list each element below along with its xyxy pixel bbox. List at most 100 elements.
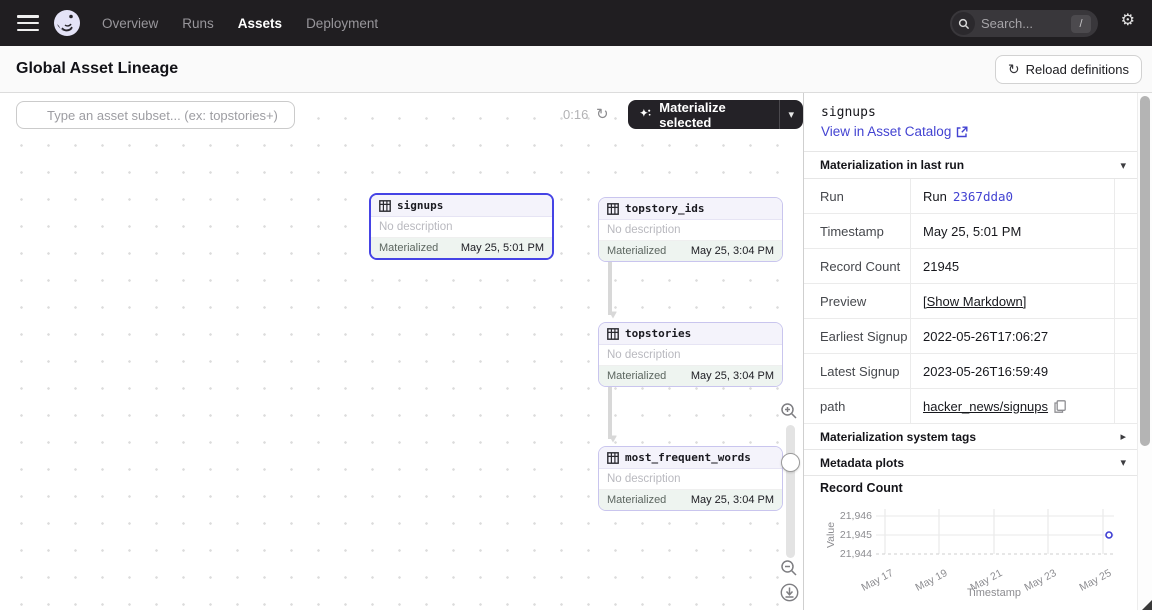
nav-item-deployment[interactable]: Deployment xyxy=(306,16,378,31)
row-label: Record Count xyxy=(804,249,911,283)
dagster-logo-icon[interactable] xyxy=(52,8,82,38)
row-value: 2022-05-26T17:06:27 xyxy=(911,319,1115,353)
metadata-plot-title: Record Count xyxy=(820,481,903,495)
status-label: Materialized xyxy=(607,494,666,506)
external-link-icon xyxy=(956,126,968,138)
materialization-metadata-table: Run Run 2367dda0 Timestamp May 25, 5:01 … xyxy=(804,179,1152,424)
table-icon xyxy=(607,328,619,340)
asset-node-description: No description xyxy=(599,345,782,366)
copy-icon[interactable] xyxy=(1054,400,1066,413)
materialize-button[interactable]: Materialize selected xyxy=(628,100,779,130)
nav-item-runs[interactable]: Runs xyxy=(182,16,214,31)
table-row: Timestamp May 25, 5:01 PM xyxy=(804,214,1152,249)
table-icon xyxy=(607,452,619,464)
asset-node-description: No description xyxy=(599,220,782,241)
search-shortcut-badge: / xyxy=(1071,15,1091,33)
zoom-in-icon[interactable] xyxy=(780,402,798,420)
refresh-timer: 0:16 xyxy=(563,107,588,122)
status-label: Materialized xyxy=(607,370,666,382)
run-id-link[interactable]: 2367dda0 xyxy=(953,189,1013,204)
table-icon xyxy=(607,203,619,215)
x-tick: May 19 xyxy=(913,567,949,594)
recenter-icon[interactable] xyxy=(780,583,799,602)
zoom-slider-track[interactable] xyxy=(786,425,795,558)
asset-node-header: topstory_ids xyxy=(599,198,782,220)
refresh-icon: ↻ xyxy=(1008,61,1020,78)
status-timestamp: May 25, 3:04 PM xyxy=(691,370,774,382)
row-label: Preview xyxy=(804,284,911,318)
row-label: Timestamp xyxy=(804,214,911,248)
search-icon xyxy=(952,12,975,35)
x-tick: May 25 xyxy=(1077,567,1113,594)
x-tick: May 17 xyxy=(859,567,895,594)
reload-definitions-label: Reload definitions xyxy=(1026,62,1129,77)
y-axis-label: Value xyxy=(825,522,837,548)
search-input[interactable] xyxy=(981,16,1061,31)
show-markdown-link[interactable]: [Show Markdown] xyxy=(923,294,1026,309)
row-label: Earliest Signup xyxy=(804,319,911,353)
caret-right-icon: ▸ xyxy=(1120,430,1126,443)
caret-down-icon: ▾ xyxy=(1120,159,1126,172)
nav-item-assets[interactable]: Assets xyxy=(238,16,282,31)
view-in-asset-catalog-link[interactable]: View in Asset Catalog xyxy=(821,124,968,139)
table-row: path hacker_news/signups xyxy=(804,389,1152,424)
asset-node-description: No description xyxy=(599,469,782,490)
section-label: Materialization system tags xyxy=(820,430,976,444)
catalog-link-label: View in Asset Catalog xyxy=(821,124,951,139)
asset-node-status: Materialized May 25, 3:04 PM xyxy=(599,366,782,386)
asset-node-name: signups xyxy=(397,199,443,212)
path-link[interactable]: hacker_news/signups xyxy=(923,399,1048,414)
y-tick: 21,944 xyxy=(840,548,872,560)
row-value: 2023-05-26T16:59:49 xyxy=(911,354,1115,388)
table-row: Latest Signup 2023-05-26T16:59:49 xyxy=(804,354,1152,389)
nav-item-overview[interactable]: Overview xyxy=(102,16,158,31)
asset-filter-input[interactable] xyxy=(16,101,295,129)
sidebar-asset-name: signups xyxy=(821,105,876,120)
y-tick: 21,945 xyxy=(840,529,872,541)
asset-node-topstory-ids[interactable]: topstory_ids No description Materialized… xyxy=(598,197,783,262)
section-metadata-plots[interactable]: Metadata plots ▾ xyxy=(804,450,1152,476)
status-timestamp: May 25, 5:01 PM xyxy=(461,242,544,254)
sparkle-icon xyxy=(639,107,652,122)
record-count-chart: 21,946 21,945 21,944 Value May 17 May 19… xyxy=(804,497,1138,610)
asset-node-status: Materialized May 25, 3:04 PM xyxy=(599,241,782,261)
asset-node-topstories[interactable]: topstories No description Materialized M… xyxy=(598,322,783,387)
run-prefix: Run xyxy=(923,189,947,204)
asset-node-signups[interactable]: signups No description Materialized May … xyxy=(369,193,554,260)
asset-node-most-frequent-words[interactable]: most_frequent_words No description Mater… xyxy=(598,446,783,511)
page-title: Global Asset Lineage xyxy=(16,60,178,78)
settings-gear-icon[interactable]: ⚙ xyxy=(1121,13,1135,29)
reload-definitions-button[interactable]: ↻ Reload definitions xyxy=(995,55,1142,84)
zoom-out-icon[interactable] xyxy=(780,559,798,577)
asset-node-name: topstory_ids xyxy=(625,202,704,215)
row-label: Latest Signup xyxy=(804,354,911,388)
top-nav: Overview Runs Assets Deployment / ⚙ xyxy=(0,0,1152,46)
asset-node-status: Materialized May 25, 5:01 PM xyxy=(371,238,552,258)
caret-down-icon: ▾ xyxy=(1120,456,1126,469)
sidebar-scrollbar-thumb[interactable] xyxy=(1140,96,1150,446)
asset-node-description: No description xyxy=(371,217,552,238)
section-materialization-system-tags[interactable]: Materialization system tags ▸ xyxy=(804,424,1152,450)
status-label: Materialized xyxy=(607,245,666,257)
table-row: Preview [Show Markdown] xyxy=(804,284,1152,319)
menu-icon[interactable] xyxy=(17,15,39,31)
graph-refresh-icon[interactable]: ↻ xyxy=(596,105,609,123)
status-timestamp: May 25, 3:04 PM xyxy=(691,494,774,506)
data-point xyxy=(1106,532,1112,538)
nav-links: Overview Runs Assets Deployment xyxy=(102,16,378,31)
section-materialization-last-run[interactable]: Materialization in last run ▾ xyxy=(804,151,1152,179)
window-resize-corner[interactable] xyxy=(1142,600,1152,610)
materialize-split-button: Materialize selected ▾ xyxy=(628,100,803,129)
sidebar-scrollbar-track[interactable] xyxy=(1137,93,1152,610)
zoom-slider-handle[interactable] xyxy=(781,453,800,472)
x-axis-label: Timestamp xyxy=(967,587,1021,599)
table-row: Record Count 21945 xyxy=(804,249,1152,284)
search-box[interactable]: / xyxy=(950,10,1098,37)
status-label: Materialized xyxy=(379,242,438,254)
asset-node-status: Materialized May 25, 3:04 PM xyxy=(599,490,782,510)
table-row: Run Run 2367dda0 xyxy=(804,179,1152,214)
row-value: 21945 xyxy=(911,249,1115,283)
asset-node-header: most_frequent_words xyxy=(599,447,782,469)
asset-lineage-graph[interactable]: 0:16 ↻ Materialize selected ▾ signups No… xyxy=(0,93,803,610)
page-header: Global Asset Lineage ↻ Reload definition… xyxy=(0,46,1152,93)
